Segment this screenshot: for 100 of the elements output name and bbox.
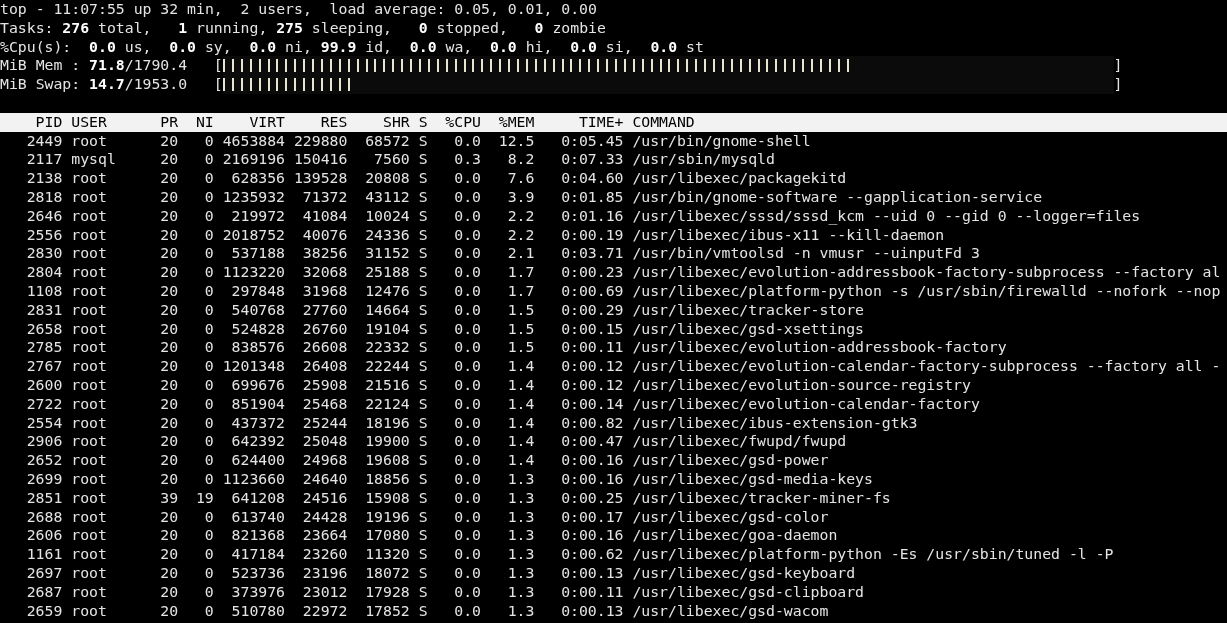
table-cell: S	[418, 507, 428, 527]
table-cell-text: 22124	[364, 394, 410, 414]
table-cell-text: 0	[203, 206, 214, 226]
table-cell-text: 24516	[301, 488, 348, 508]
table-cell-text: 2554	[25, 413, 63, 433]
column-header: USER	[71, 112, 108, 132]
table-cell-text: 219972	[230, 206, 286, 226]
table-cell-text: 22972	[301, 601, 348, 621]
table-cell-text: 0.0	[453, 225, 481, 245]
table-cell: /usr/libexec/tracker-miner-fs	[632, 488, 891, 508]
table-cell: /usr/libexec/platform-python -s /usr/sbin/firewalld --nofork --nop	[632, 281, 1221, 301]
table-cell: S	[418, 375, 428, 395]
table-cell-text: 0:07.33	[560, 150, 624, 170]
table-cell-text: 19196	[364, 507, 410, 527]
table-cell: S	[418, 319, 428, 339]
bracket: ]	[1113, 56, 1123, 76]
table-cell-text: 0:04.60	[560, 169, 624, 188]
table-cell: /usr/libexec/sssd/sssd_kcm --uid 0 --gid 0 --logger=files	[632, 206, 1141, 226]
table-cell-text: 25244	[301, 413, 348, 433]
table-cell-text: 20	[159, 582, 179, 602]
table-cell-text: 23260	[301, 545, 348, 564]
table-cell-text: 1108	[25, 281, 63, 301]
table-cell-text: 12476	[364, 281, 410, 301]
table-cell-text: 0:00.82	[560, 413, 624, 433]
table-cell: /usr/libexec/gsd-color	[632, 507, 829, 527]
table-cell-text: 7.6	[506, 169, 535, 188]
table-cell-text: 20	[159, 375, 179, 395]
table-cell-text: root	[71, 187, 108, 207]
table-cell-text: 0.0	[453, 601, 481, 621]
table-cell-text: 2117	[25, 150, 63, 170]
table-cell-text: 641208	[230, 488, 286, 508]
table-cell-text: 0.0	[453, 244, 481, 264]
table-cell-text: 0	[203, 582, 214, 602]
table-cell-text: 20	[159, 225, 179, 245]
table-cell-text: 14664	[364, 300, 410, 320]
table-cell-text: 31968	[301, 281, 348, 301]
table-cell-text: 1.4	[506, 451, 535, 470]
table-cell-text: 2851	[25, 488, 63, 508]
table-cell-text: 2169196	[221, 150, 286, 170]
table-cell-text: 26608	[301, 338, 348, 358]
table-cell: S	[418, 300, 428, 320]
table-cell-text: 32068	[301, 263, 348, 282]
table-cell-text: 25188	[364, 263, 410, 282]
table-cell-text: 0:00.62	[560, 545, 624, 564]
table-cell-text: 1.3	[506, 582, 535, 602]
table-cell-text: 20	[159, 131, 179, 151]
table-cell-text: 24336	[364, 225, 410, 245]
table-cell-text: 0.0	[453, 206, 481, 226]
table-cell-text: 2646	[25, 206, 63, 226]
table-cell-text: 1.3	[506, 601, 535, 621]
meter-label: MiB Swap: 14.7/1953.0	[0, 75, 188, 94]
table-cell: /usr/libexec/gsd-media-keys	[632, 469, 873, 489]
column-header: %MEM	[497, 112, 535, 132]
table-cell-text: 8.2	[506, 150, 535, 170]
table-cell-text: 0.0	[453, 545, 481, 564]
table-cell-text: 0:00.16	[560, 469, 624, 489]
table-cell-text: 699676	[230, 375, 286, 395]
table-cell-text: 0.0	[453, 131, 481, 151]
table-cell-text: root	[71, 432, 108, 452]
table-cell: S	[418, 526, 428, 546]
table-cell-text: 23664	[301, 526, 348, 546]
table-cell-text: 24640	[301, 469, 348, 489]
table-cell-text: 25048	[301, 432, 348, 452]
table-cell: /usr/libexec/gsd-xsettings	[632, 319, 864, 339]
table-cell: /usr/libexec/platform-python -Es /usr/sbin/tuned -l -P	[632, 545, 1114, 564]
table-cell-text: 0	[203, 169, 214, 188]
table-cell-text: 510780	[230, 601, 286, 621]
table-cell-text: 0.0	[453, 281, 481, 301]
table-cell-text: 7560	[373, 150, 410, 170]
column-header: NI	[194, 112, 214, 132]
table-cell-text: 24428	[301, 507, 348, 527]
table-cell-text: 2606	[25, 526, 63, 546]
table-cell-text: 0	[203, 150, 214, 170]
table-cell-text: 18072	[364, 563, 410, 583]
table-cell-text: 1.3	[506, 526, 535, 546]
table-cell: S	[418, 451, 428, 470]
table-cell-text: 2556	[25, 225, 63, 245]
table-cell-text: 1.3	[506, 563, 535, 583]
bracket: [	[213, 75, 223, 94]
table-cell-text: 20	[159, 281, 179, 301]
table-cell-text: 1123660	[221, 469, 286, 489]
table-cell-text: 821368	[230, 526, 286, 546]
table-cell-text: 2699	[25, 469, 63, 489]
table-cell-text: 25468	[301, 394, 348, 414]
table-cell-text: 20	[159, 319, 179, 339]
table-cell: /usr/bin/gnome-shell	[632, 131, 811, 151]
table-cell-text: 18196	[364, 413, 410, 433]
table-cell-text: 24968	[301, 451, 348, 470]
table-cell-text: 0	[203, 244, 214, 264]
table-cell: /usr/libexec/tracker-store	[632, 300, 864, 320]
table-cell-text: 0	[203, 394, 214, 414]
table-cell-text: 0.0	[453, 357, 481, 376]
table-cell-text: 0	[203, 526, 214, 546]
table-cell-text: 2138	[25, 169, 63, 188]
table-cell-text: 0:05.45	[560, 131, 624, 151]
table-cell-text: 2.2	[506, 206, 535, 226]
table-cell-text: 0:00.15	[560, 319, 624, 339]
table-cell-text: 2.2	[506, 225, 535, 245]
table-cell-text: root	[71, 244, 108, 264]
table-cell-text: 2831	[25, 300, 63, 320]
